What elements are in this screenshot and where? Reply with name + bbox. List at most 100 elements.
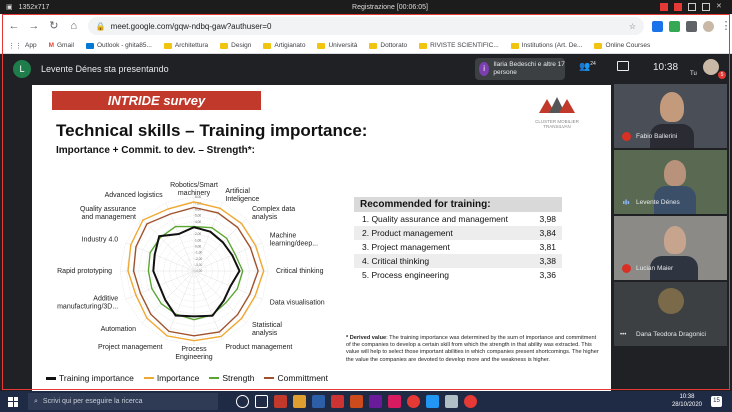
radar-spoke bbox=[193, 270, 263, 300]
notification-avatar: i bbox=[479, 62, 490, 76]
chrome-icon[interactable] bbox=[407, 395, 420, 408]
presentation-slide: INTRIDE survey CLUSTER MOBILIER TRANSILV… bbox=[32, 85, 611, 391]
reload-icon[interactable]: ↻ bbox=[48, 20, 60, 32]
pen-icon[interactable] bbox=[702, 3, 710, 11]
bookmark-item[interactable]: M Gmail bbox=[49, 42, 74, 49]
radar-tick-label: 2,00 bbox=[195, 232, 201, 236]
radar-axis-label: Data visualisation bbox=[270, 299, 325, 306]
people-icon: 👥 bbox=[579, 61, 591, 71]
photoshop-icon[interactable] bbox=[312, 395, 325, 408]
speaking-icon bbox=[623, 199, 630, 205]
folder-icon bbox=[220, 42, 229, 49]
extension-icon[interactable] bbox=[669, 20, 681, 32]
folder-icon bbox=[163, 42, 172, 49]
bookmark-folder[interactable]: Online Courses bbox=[594, 42, 650, 49]
slide-subtitle: Importance + Commit. to dev. – Strength*… bbox=[56, 145, 256, 156]
bookmark-folder[interactable]: Artigianato bbox=[263, 42, 305, 49]
pause-icon[interactable] bbox=[660, 3, 668, 11]
chat-icon[interactable] bbox=[617, 61, 629, 71]
stop-icon[interactable] bbox=[674, 3, 682, 11]
participant-name: Levente Dénes bbox=[636, 199, 680, 206]
recorder-menu-icon[interactable]: ▣ bbox=[6, 3, 13, 11]
self-badge: 5 bbox=[718, 71, 726, 79]
recorder-title: Registrazione [00:06:05] bbox=[352, 3, 428, 11]
close-icon[interactable]: ✕ bbox=[716, 3, 724, 11]
recommended-table: Recommended for training: 1. Quality ass… bbox=[354, 197, 562, 282]
camera-icon[interactable] bbox=[688, 3, 696, 11]
presenter-avatar: L bbox=[13, 60, 31, 78]
bookmarks-bar: ⋮⋮ App M Gmail Outlook - ghita85... Archit… bbox=[0, 38, 732, 54]
participant-name: Dana Teodora Dragonici bbox=[636, 331, 706, 338]
app-icon[interactable] bbox=[445, 395, 458, 408]
windows-start-icon[interactable] bbox=[8, 396, 18, 407]
participant-name: Fabio Ballerini bbox=[636, 133, 678, 140]
address-bar[interactable]: 🔒 meet.google.com/gqw-ndbq-gaw?authuser=… bbox=[87, 17, 645, 35]
participant-video bbox=[664, 160, 686, 186]
participant-name: Lucian Maier bbox=[636, 265, 674, 272]
cortana-icon[interactable] bbox=[236, 395, 249, 408]
legend-item: Training importance bbox=[46, 373, 134, 383]
chrome-app-icon[interactable] bbox=[274, 395, 287, 408]
participant-tile[interactable]: ••• Dana Teodora Dragonici bbox=[614, 282, 727, 346]
more-options-icon: ••• bbox=[620, 332, 627, 338]
self-avatar[interactable] bbox=[703, 59, 719, 75]
windows-taskbar: ⌕ Scrivi qui per eseguire la ricerca 10:… bbox=[0, 391, 732, 412]
notification-text: Ilaria Bedeschi e altre 17 persone bbox=[493, 61, 565, 76]
recorder-size: 1352x717 bbox=[18, 3, 50, 11]
join-notification[interactable]: i Ilaria Bedeschi e altre 17 persone bbox=[475, 58, 565, 80]
radar-tick-label: -4,00 bbox=[195, 269, 202, 273]
legend-swatch bbox=[46, 376, 56, 380]
taskbar-search[interactable]: ⌕ Scrivi qui per eseguire la ricerca bbox=[28, 393, 218, 410]
bookmark-folder[interactable]: Architettura bbox=[163, 42, 208, 49]
radar-axis-label: Advanced logistics bbox=[105, 192, 163, 199]
radar-tick-label: 4,00 bbox=[195, 220, 201, 224]
puzzle-icon[interactable] bbox=[686, 20, 698, 32]
home-icon[interactable]: ⌂ bbox=[68, 20, 80, 32]
profile-avatar[interactable] bbox=[703, 20, 715, 32]
radar-axis-label: Robotics/Smart machinery bbox=[170, 182, 218, 197]
radar-axis-label: Project management bbox=[98, 344, 163, 351]
premiere-icon[interactable] bbox=[369, 395, 382, 408]
legend-swatch bbox=[264, 377, 275, 379]
slide-banner: INTRIDE survey bbox=[52, 91, 261, 110]
folder-icon bbox=[510, 42, 519, 49]
folder-icon bbox=[369, 42, 378, 49]
radar-axis-label: Machine learning/deep... bbox=[270, 233, 318, 248]
acrobat-icon[interactable] bbox=[331, 395, 344, 408]
back-icon[interactable]: ← bbox=[8, 20, 20, 32]
extension-icon[interactable] bbox=[652, 20, 664, 32]
task-view-icon[interactable] bbox=[255, 395, 268, 408]
system-clock[interactable]: 10:38 28/10/2020 bbox=[672, 393, 702, 409]
bookmark-folder[interactable]: Dottorato bbox=[369, 42, 407, 49]
recorder-icon[interactable] bbox=[464, 395, 477, 408]
table-row: 5. Process engineering 3,36 bbox=[362, 270, 556, 280]
forward-icon[interactable]: → bbox=[28, 20, 40, 32]
participant-tile[interactable]: Fabio Ballerini bbox=[614, 84, 727, 148]
app-icon[interactable] bbox=[426, 395, 439, 408]
table-row: 4. Critical thinking 3,38 bbox=[354, 254, 562, 268]
bookmark-item[interactable]: ⋮⋮ App bbox=[8, 42, 37, 50]
folder-icon bbox=[317, 42, 326, 49]
bookmark-folder[interactable]: RIVISTE SCIENTIFIC... bbox=[419, 42, 499, 49]
illustrator-icon[interactable] bbox=[350, 395, 363, 408]
bookmark-folder[interactable]: Università bbox=[317, 42, 357, 49]
radar-axis-label: Automation bbox=[101, 326, 137, 333]
chart-legend: Training importance Importance Strength … bbox=[46, 373, 328, 383]
radar-spoke bbox=[193, 242, 263, 272]
indesign-icon[interactable] bbox=[388, 395, 401, 408]
people-button[interactable]: 👥24 bbox=[579, 61, 596, 72]
notifications-badge[interactable]: 15 bbox=[711, 396, 722, 407]
meet-header: L Levente Dénes sta presentando i Ilaria… bbox=[3, 55, 729, 83]
radar-axis-label: Process Engineering bbox=[175, 346, 212, 361]
menu-icon[interactable]: ⋮ bbox=[720, 20, 732, 32]
participant-tile[interactable]: Levente Dénes bbox=[614, 150, 727, 214]
people-count: 24 bbox=[590, 61, 596, 67]
table-row: 3. Project management 3,81 bbox=[362, 242, 556, 252]
bookmark-star-icon[interactable]: ☆ bbox=[629, 22, 636, 31]
bookmark-item[interactable]: Outlook - ghita85... bbox=[85, 42, 152, 49]
bookmark-folder[interactable]: Institutions (Art. De... bbox=[510, 42, 582, 49]
derived-value-note: * Derived value: The training importance… bbox=[346, 335, 599, 363]
participant-tile[interactable]: Lucian Maier bbox=[614, 216, 727, 280]
file-explorer-icon[interactable] bbox=[293, 395, 306, 408]
bookmark-folder[interactable]: Design bbox=[220, 42, 251, 49]
